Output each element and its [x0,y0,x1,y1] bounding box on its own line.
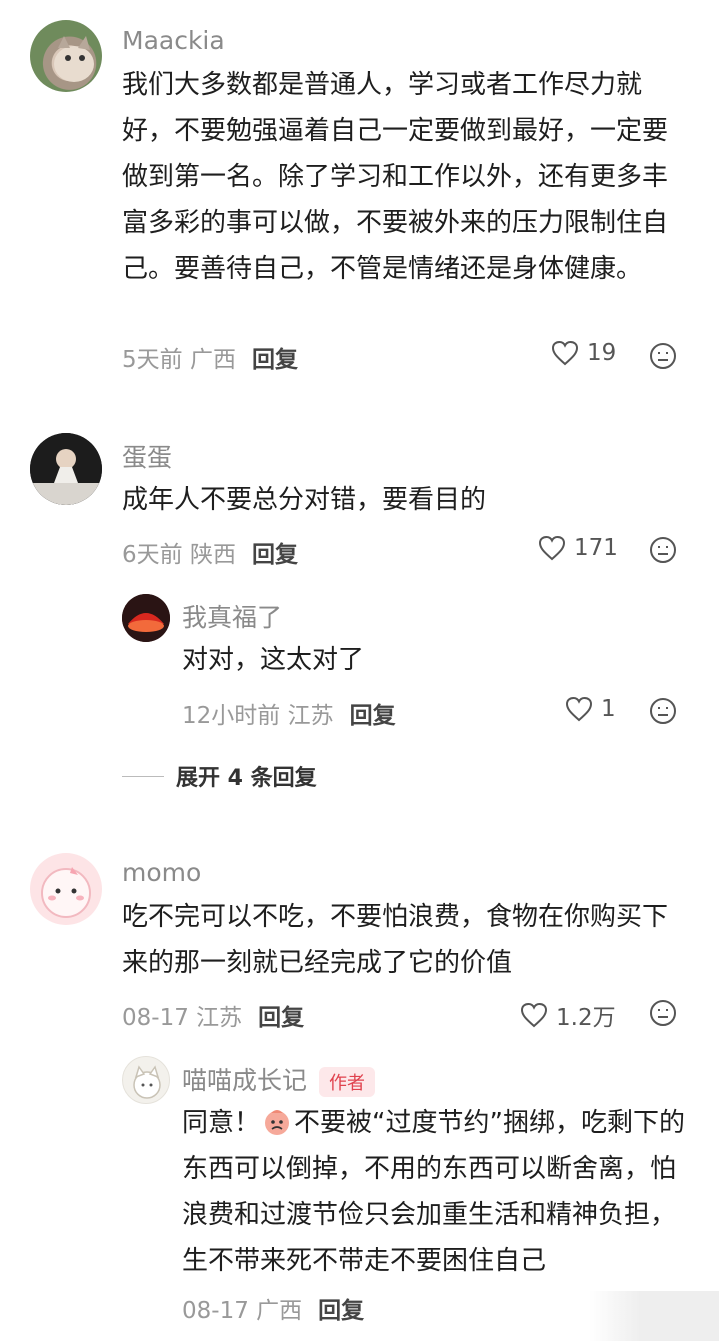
time-location: 6天前 陕西 [122,542,236,568]
time-location: 08-17 广西 [182,1298,303,1324]
avatar[interactable] [122,594,170,642]
like-count: 1 [601,696,616,722]
cat-cartoon-avatar-icon [133,1065,161,1099]
heart-icon [565,696,593,722]
avatar[interactable] [30,433,102,505]
username[interactable]: 我真福了 [182,598,282,634]
reply-button[interactable]: 回复 [252,347,298,373]
cat-avatar-icon [54,36,94,82]
username: 喵喵成长记 [182,1066,308,1095]
reply-text: 同意！ 不要被“过度节约”捆绑，吃剩下的东西可以倒掉，不用的东西可以断舍离，怕浪费… [182,1100,692,1284]
avatar[interactable] [30,20,102,92]
person-avatar-icon [30,433,102,505]
heart-icon [551,340,579,366]
author-username[interactable]: 喵喵成长记 作者 [182,1061,376,1097]
avatar[interactable] [122,1056,170,1104]
heart-icon [538,535,566,561]
reply-meta: 12小时前 江苏 回复 [182,696,396,730]
reply-button[interactable]: 回复 [318,1298,364,1324]
author-badge: 作者 [319,1067,376,1097]
emoji-reaction-icon[interactable] [649,697,677,725]
time-location: 5天前 广西 [122,347,236,373]
heart-icon [520,1002,548,1028]
like-button[interactable]: 1.2万 [520,998,616,1032]
reply-text-prefix: 同意！ [182,1108,261,1138]
username[interactable]: 蛋蛋 [122,438,172,474]
username[interactable]: momo [122,858,201,887]
expand-replies-label: 展开 4 条回复 [176,766,317,791]
comment-meta: 08-17 江苏 回复 [122,998,304,1032]
time-location: 12小时前 江苏 [182,703,334,729]
like-button[interactable]: 19 [551,340,616,366]
emoji-reaction-icon[interactable] [649,999,677,1027]
avatar[interactable] [30,853,102,925]
like-button[interactable]: 171 [538,535,618,561]
emoji-reaction-icon[interactable] [649,536,677,564]
expand-replies-button[interactable]: 展开 4 条回复 [122,760,317,792]
time-location: 08-17 江苏 [122,1005,243,1031]
comment-meta: 5天前 广西 回复 [122,340,298,374]
reply-button[interactable]: 回复 [350,703,396,729]
reply-text: 对对，这太对了 [182,645,365,675]
cartoon-avatar-icon [41,867,91,918]
divider [122,775,164,777]
crying-face-emoji-icon [265,1110,290,1135]
like-count: 171 [574,535,618,561]
emoji-reaction-icon[interactable] [649,342,677,370]
food-avatar-icon [122,594,170,642]
comment-meta: 6天前 陕西 回复 [122,535,298,569]
username[interactable]: Maackia [122,26,225,55]
like-count: 19 [587,340,617,366]
like-count: 1.2万 [556,1005,616,1031]
comment-text: 成年人不要总分对错，要看目的 [122,485,487,515]
reply-button[interactable]: 回复 [252,542,298,568]
comment-text: 我们大多数都是普通人，学习或者工作尽力就好，不要勉强逼着自己一定要做到最好，一定… [122,70,669,284]
watermark-fade [589,1291,719,1341]
reply-meta: 08-17 广西 回复 [182,1291,364,1325]
reply-button[interactable]: 回复 [258,1005,304,1031]
comment-text: 吃不完可以不吃，不要怕浪费，食物在你购买下来的那一刻就已经完成了它的价值 [122,902,669,978]
like-button[interactable]: 1 [565,696,616,722]
